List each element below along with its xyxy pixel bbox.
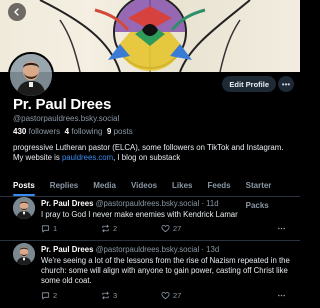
post-author-handle[interactable]: @pastorpauldrees.bsky.social — [96, 245, 200, 254]
reply-count: 1 — [53, 224, 58, 233]
tab-starter-packs[interactable]: Starter Packs — [246, 176, 285, 210]
avatar-photo — [10, 54, 52, 96]
posts-label: posts — [113, 127, 133, 136]
following-count: 4 — [64, 127, 70, 136]
following-label: following — [71, 127, 103, 136]
post-item[interactable]: Pr. Paul Drees @pastorpauldrees.bsky.soc… — [0, 243, 300, 308]
post-author-name[interactable]: Pr. Paul Drees — [41, 199, 93, 208]
more-dots-icon — [277, 227, 286, 230]
post-text: We're seeing a lot of the lessons from t… — [41, 256, 290, 285]
website-link[interactable]: pauldrees.com — [62, 153, 113, 162]
following-link[interactable]: 4 following — [65, 127, 103, 136]
post-text: I pray to God I never make enemies with … — [41, 210, 238, 219]
profile-name: Pr. Paul Drees — [13, 96, 112, 113]
post-time[interactable]: 13d — [206, 245, 219, 254]
avatar-photo — [13, 243, 35, 265]
like-count: 27 — [173, 291, 182, 300]
avatar-photo — [13, 197, 35, 219]
repost-icon — [101, 224, 110, 233]
post-time[interactable]: 11d — [206, 199, 218, 208]
repost-icon — [101, 291, 110, 300]
tab-posts[interactable]: Posts — [13, 176, 35, 196]
repost-button[interactable]: 2 — [101, 224, 117, 233]
like-count: 27 — [173, 224, 182, 233]
post-author-avatar[interactable] — [13, 197, 35, 219]
arrow-left-icon — [14, 8, 19, 16]
post-author-name[interactable]: Pr. Paul Drees — [41, 245, 93, 254]
back-button[interactable] — [8, 3, 26, 21]
heart-icon — [161, 291, 170, 300]
post-header: Pr. Paul Drees @pastorpauldrees.bsky.soc… — [41, 245, 219, 254]
reply-button[interactable]: 1 — [41, 224, 57, 233]
reply-icon — [41, 225, 50, 233]
repost-count: 3 — [113, 291, 118, 300]
profile-handle: @pastorpauldrees.bsky.social — [13, 114, 120, 123]
reply-count: 2 — [53, 291, 58, 300]
post-actions: 2 3 27 — [41, 291, 291, 303]
post-separator: · — [201, 245, 204, 254]
reply-icon — [41, 292, 50, 300]
like-button[interactable]: 27 — [161, 224, 181, 233]
posts-count: 9 — [106, 127, 112, 136]
heart-icon — [161, 224, 170, 233]
tab-likes[interactable]: Likes — [172, 176, 192, 196]
edit-profile-button[interactable]: Edit Profile — [222, 76, 276, 92]
post-author-handle[interactable]: @pastorpauldrees.bsky.social — [96, 199, 200, 208]
more-dots-icon — [277, 294, 286, 297]
tab-replies[interactable]: Replies — [50, 176, 78, 196]
post-item[interactable]: Pr. Paul Drees @pastorpauldrees.bsky.soc… — [0, 197, 300, 241]
post-more-button[interactable] — [277, 224, 286, 233]
followers-label: followers — [28, 127, 61, 136]
tab-feeds[interactable]: Feeds — [208, 176, 231, 196]
post-separator: · — [201, 199, 204, 208]
reply-button[interactable]: 2 — [41, 291, 57, 300]
profile-tabs: Posts Replies Media Videos Likes Feeds S… — [0, 176, 300, 210]
profile-avatar[interactable] — [8, 52, 54, 98]
post-header: Pr. Paul Drees @pastorpauldrees.bsky.soc… — [41, 199, 219, 208]
tab-media[interactable]: Media — [93, 176, 116, 196]
followers-count: 430 — [13, 127, 27, 136]
post-divider — [0, 240, 300, 241]
bio-tail: , I blog on substack — [113, 153, 181, 162]
repost-button[interactable]: 3 — [101, 291, 117, 300]
profile-bio: progressive Lutheran pastor (ELCA), some… — [13, 143, 291, 163]
more-options-button[interactable]: ••• — [278, 76, 294, 92]
followers-link[interactable]: 430 followers — [13, 127, 60, 136]
profile-stats: 430 followers 4 following 9 posts — [13, 127, 133, 136]
repost-count: 2 — [113, 224, 118, 233]
like-button[interactable]: 27 — [161, 291, 181, 300]
post-actions: 1 2 27 — [41, 224, 291, 236]
tab-videos[interactable]: Videos — [131, 176, 157, 196]
post-more-button[interactable] — [277, 291, 286, 300]
post-author-avatar[interactable] — [13, 243, 35, 265]
